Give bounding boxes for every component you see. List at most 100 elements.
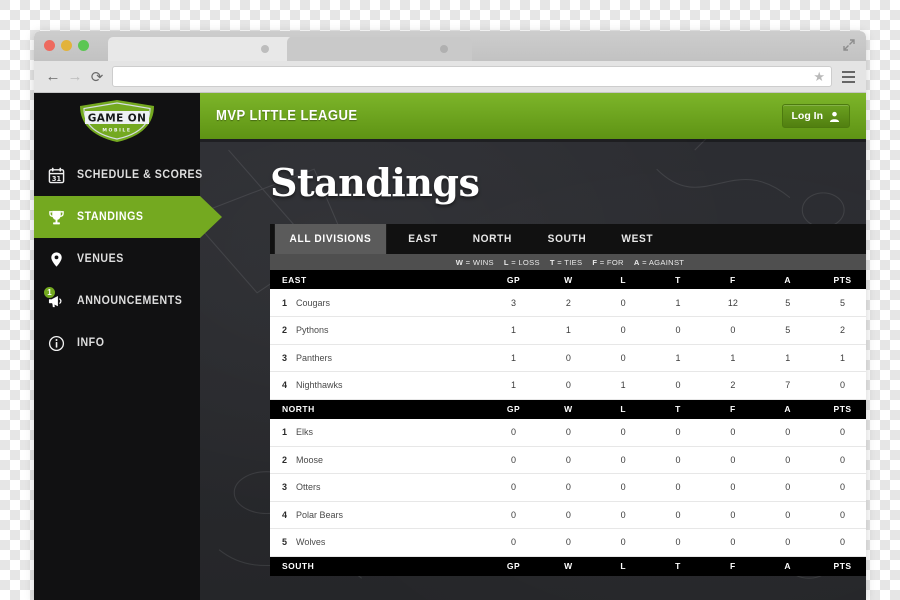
- column-header[interactable]: PTS: [815, 399, 866, 419]
- legend-key: A: [633, 257, 640, 267]
- back-button[interactable]: ←: [42, 66, 64, 88]
- column-header[interactable]: PTS: [815, 556, 866, 576]
- team-name: Panthers: [296, 352, 333, 363]
- table-row[interactable]: 3 Panthers 1 0 0 1 1 1 1: [270, 344, 866, 372]
- stat-cell: 0: [540, 528, 596, 557]
- stat-cell: 0: [595, 418, 651, 447]
- column-header[interactable]: W: [540, 270, 596, 289]
- sidebar-item-venues[interactable]: Venues: [34, 238, 200, 280]
- app-logo[interactable]: GAME ON MOBILE: [34, 93, 200, 148]
- stat-cell: 0: [705, 316, 761, 345]
- column-header[interactable]: GP: [486, 270, 541, 289]
- table-row[interactable]: 5 Wolves 0 0 0 0 0 0 0: [270, 528, 866, 557]
- team-rank: 4: [282, 509, 288, 520]
- column-header[interactable]: L: [595, 270, 651, 289]
- column-header[interactable]: T: [650, 270, 706, 289]
- table-row[interactable]: 2 Moose 0 0 0 0 0 0 0: [270, 446, 866, 474]
- stat-cell: 0: [815, 501, 866, 529]
- minimize-window-button[interactable]: [61, 40, 72, 51]
- column-header[interactable]: L: [595, 399, 651, 419]
- stat-cell: 0: [650, 528, 706, 557]
- stat-cell: 0: [705, 501, 761, 529]
- url-input[interactable]: [119, 70, 814, 83]
- legend-key: T: [549, 257, 555, 267]
- column-header[interactable]: A: [760, 270, 816, 289]
- division-name: East: [270, 270, 487, 289]
- tab-south[interactable]: South: [533, 224, 601, 254]
- column-header[interactable]: A: [760, 556, 816, 576]
- stat-cell: 5: [760, 289, 816, 317]
- bookmark-star-icon[interactable]: ★: [813, 69, 825, 85]
- stat-cell: 0: [650, 371, 706, 400]
- team-cell: 4 Polar Bears: [270, 501, 487, 529]
- sidebar-item-standings[interactable]: Standings: [34, 196, 222, 238]
- table-row[interactable]: 4 Nighthawks 1 0 1 0 2 7 0: [270, 371, 866, 400]
- team-rank: 2: [282, 325, 288, 336]
- stat-cell: 1: [650, 289, 706, 317]
- trophy-icon: [47, 208, 66, 227]
- column-header[interactable]: GP: [486, 556, 541, 576]
- table-row[interactable]: 3 Otters 0 0 0 0 0 0 0: [270, 473, 866, 502]
- stat-cell: 0: [650, 473, 706, 502]
- tab-all-divisions[interactable]: All Divisions: [274, 224, 387, 254]
- browser-menu-button[interactable]: [838, 67, 858, 87]
- column-header[interactable]: GP: [486, 399, 541, 419]
- table-row[interactable]: 4 Polar Bears 0 0 0 0 0 0 0: [270, 501, 866, 529]
- league-name: MVP Little League: [216, 108, 358, 124]
- legend-entry: W = Wins: [456, 258, 494, 267]
- team-rank: 1: [282, 297, 288, 308]
- stat-cell: 0: [760, 418, 816, 447]
- menu-line: [841, 70, 855, 73]
- stat-cell: 1: [815, 344, 866, 372]
- division-header-row: East GP W L T F A PTS: [270, 270, 866, 289]
- legend-entry: T = Ties: [550, 258, 583, 267]
- login-button[interactable]: Log In: [781, 104, 850, 128]
- standings-panel: All Divisions East North South West W = …: [270, 224, 866, 576]
- column-header[interactable]: L: [595, 556, 651, 576]
- division-name: South: [270, 556, 487, 576]
- table-row[interactable]: 2 Pythons 1 1 0 0 0 5 2: [270, 316, 866, 345]
- login-button-label: Log In: [791, 110, 824, 122]
- announcements-badge: 1: [43, 285, 56, 299]
- legend-key: W: [455, 257, 464, 267]
- browser-tab-active[interactable]: [108, 37, 293, 61]
- column-header[interactable]: F: [705, 270, 761, 289]
- stat-cell: 0: [760, 528, 816, 557]
- column-header[interactable]: A: [760, 399, 816, 419]
- table-row[interactable]: 1 Cougars 3 2 0 1 12 5 5: [270, 289, 866, 317]
- stat-cell: 0: [595, 446, 651, 474]
- forward-button[interactable]: →: [64, 66, 86, 88]
- column-header[interactable]: F: [705, 399, 761, 419]
- column-header[interactable]: PTS: [815, 270, 866, 289]
- stat-cell: 0: [540, 446, 596, 474]
- tab-favicon-icon: [261, 45, 269, 53]
- legend-eq: =: [511, 257, 516, 267]
- stat-cell: 0: [650, 418, 706, 447]
- column-header[interactable]: W: [540, 556, 596, 576]
- expand-arrows-icon[interactable]: [842, 38, 856, 52]
- column-header[interactable]: T: [650, 399, 706, 419]
- stat-cell: 3: [486, 289, 541, 317]
- column-header[interactable]: F: [705, 556, 761, 576]
- column-header[interactable]: W: [540, 399, 596, 419]
- column-header[interactable]: T: [650, 556, 706, 576]
- legend-eq: =: [557, 257, 562, 267]
- maximize-window-button[interactable]: [78, 40, 89, 51]
- sidebar-item-info[interactable]: Info: [34, 322, 200, 364]
- sidebar-item-schedule-scores[interactable]: 31 Schedule & Scores: [34, 154, 202, 196]
- legend-entry: L = Loss: [504, 258, 540, 267]
- url-bar[interactable]: ★: [112, 66, 832, 87]
- tab-east[interactable]: East: [394, 224, 453, 254]
- table-row[interactable]: 1 Elks 0 0 0 0 0 0 0: [270, 418, 866, 447]
- reload-button[interactable]: ⟳: [86, 66, 108, 88]
- info-circle-icon: [47, 334, 66, 353]
- sidebar-item-announcements[interactable]: 1 Announcements: [34, 280, 200, 322]
- team-rank: 1: [282, 427, 288, 437]
- browser-tab-inactive[interactable]: [287, 37, 472, 61]
- stat-cell: 0: [486, 501, 541, 529]
- close-window-button[interactable]: [44, 40, 55, 51]
- tab-north[interactable]: North: [458, 224, 527, 254]
- stat-cell: 0: [705, 528, 761, 557]
- team-name: Cougars: [296, 297, 331, 308]
- tab-west[interactable]: West: [606, 224, 667, 254]
